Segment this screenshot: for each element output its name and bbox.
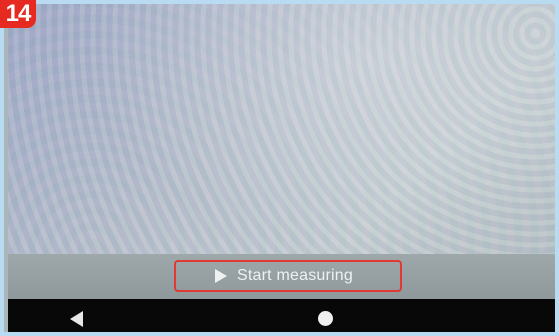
bottom-action-bar: Start measuring [8,254,555,299]
play-icon [215,269,228,283]
step-number: 14 [5,0,32,27]
start-measuring-label: Start measuring [237,267,353,284]
step-number-badge: 14 [0,0,36,28]
device-photo-frame: Start measuring [0,0,559,336]
android-navigation-bar [8,299,555,332]
home-circle-icon[interactable] [318,311,333,326]
start-measuring-button[interactable]: Start measuring [174,260,402,292]
back-triangle-icon[interactable] [70,311,83,327]
